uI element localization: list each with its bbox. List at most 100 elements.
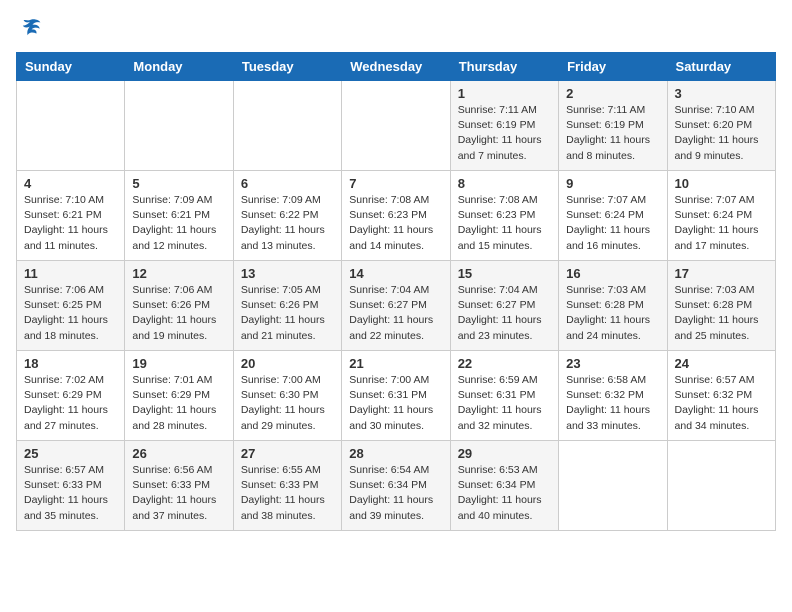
calendar-cell: 27 Sunrise: 6:55 AM Sunset: 6:33 PM Dayli… <box>233 441 341 531</box>
day-info: Sunrise: 7:00 AM Sunset: 6:30 PM Dayligh… <box>241 373 334 434</box>
day-info: Sunrise: 6:57 AM Sunset: 6:33 PM Dayligh… <box>24 463 117 524</box>
calendar-cell: 21 Sunrise: 7:00 AM Sunset: 6:31 PM Dayli… <box>342 351 450 441</box>
day-number: 6 <box>241 176 334 191</box>
calendar-cell: 16 Sunrise: 7:03 AM Sunset: 6:28 PM Dayli… <box>559 261 667 351</box>
day-number: 18 <box>24 356 117 371</box>
day-info: Sunrise: 7:10 AM Sunset: 6:21 PM Dayligh… <box>24 193 117 254</box>
day-number: 20 <box>241 356 334 371</box>
calendar-cell: 23 Sunrise: 6:58 AM Sunset: 6:32 PM Dayli… <box>559 351 667 441</box>
day-number: 7 <box>349 176 442 191</box>
calendar-cell: 25 Sunrise: 6:57 AM Sunset: 6:33 PM Dayli… <box>17 441 125 531</box>
col-header-monday: Monday <box>125 53 233 81</box>
calendar-cell <box>233 81 341 171</box>
day-number: 11 <box>24 266 117 281</box>
calendar-cell: 12 Sunrise: 7:06 AM Sunset: 6:26 PM Dayli… <box>125 261 233 351</box>
calendar-cell: 6 Sunrise: 7:09 AM Sunset: 6:22 PM Daylig… <box>233 171 341 261</box>
day-number: 10 <box>675 176 768 191</box>
day-info: Sunrise: 7:10 AM Sunset: 6:20 PM Dayligh… <box>675 103 768 164</box>
day-number: 17 <box>675 266 768 281</box>
day-info: Sunrise: 7:02 AM Sunset: 6:29 PM Dayligh… <box>24 373 117 434</box>
day-info: Sunrise: 7:11 AM Sunset: 6:19 PM Dayligh… <box>458 103 551 164</box>
calendar-cell: 2 Sunrise: 7:11 AM Sunset: 6:19 PM Daylig… <box>559 81 667 171</box>
day-number: 13 <box>241 266 334 281</box>
logo <box>16 16 42 40</box>
day-info: Sunrise: 7:03 AM Sunset: 6:28 PM Dayligh… <box>566 283 659 344</box>
day-number: 3 <box>675 86 768 101</box>
calendar-cell: 5 Sunrise: 7:09 AM Sunset: 6:21 PM Daylig… <box>125 171 233 261</box>
day-info: Sunrise: 7:06 AM Sunset: 6:26 PM Dayligh… <box>132 283 225 344</box>
day-info: Sunrise: 6:53 AM Sunset: 6:34 PM Dayligh… <box>458 463 551 524</box>
calendar-cell: 20 Sunrise: 7:00 AM Sunset: 6:30 PM Dayli… <box>233 351 341 441</box>
col-header-friday: Friday <box>559 53 667 81</box>
col-header-saturday: Saturday <box>667 53 775 81</box>
day-info: Sunrise: 6:55 AM Sunset: 6:33 PM Dayligh… <box>241 463 334 524</box>
calendar-cell: 24 Sunrise: 6:57 AM Sunset: 6:32 PM Dayli… <box>667 351 775 441</box>
day-info: Sunrise: 6:58 AM Sunset: 6:32 PM Dayligh… <box>566 373 659 434</box>
day-info: Sunrise: 7:00 AM Sunset: 6:31 PM Dayligh… <box>349 373 442 434</box>
day-info: Sunrise: 7:11 AM Sunset: 6:19 PM Dayligh… <box>566 103 659 164</box>
day-info: Sunrise: 7:04 AM Sunset: 6:27 PM Dayligh… <box>349 283 442 344</box>
calendar-cell: 4 Sunrise: 7:10 AM Sunset: 6:21 PM Daylig… <box>17 171 125 261</box>
logo-bird-icon <box>18 16 42 40</box>
calendar-cell: 29 Sunrise: 6:53 AM Sunset: 6:34 PM Dayli… <box>450 441 558 531</box>
calendar-cell <box>125 81 233 171</box>
col-header-sunday: Sunday <box>17 53 125 81</box>
col-header-wednesday: Wednesday <box>342 53 450 81</box>
day-number: 9 <box>566 176 659 191</box>
day-info: Sunrise: 7:05 AM Sunset: 6:26 PM Dayligh… <box>241 283 334 344</box>
day-number: 24 <box>675 356 768 371</box>
calendar-cell: 9 Sunrise: 7:07 AM Sunset: 6:24 PM Daylig… <box>559 171 667 261</box>
day-number: 14 <box>349 266 442 281</box>
day-number: 16 <box>566 266 659 281</box>
day-number: 1 <box>458 86 551 101</box>
calendar-cell: 19 Sunrise: 7:01 AM Sunset: 6:29 PM Dayli… <box>125 351 233 441</box>
calendar-cell: 18 Sunrise: 7:02 AM Sunset: 6:29 PM Dayli… <box>17 351 125 441</box>
calendar-cell <box>667 441 775 531</box>
day-number: 12 <box>132 266 225 281</box>
day-info: Sunrise: 7:07 AM Sunset: 6:24 PM Dayligh… <box>675 193 768 254</box>
calendar-cell <box>342 81 450 171</box>
calendar-cell: 3 Sunrise: 7:10 AM Sunset: 6:20 PM Daylig… <box>667 81 775 171</box>
calendar-cell: 17 Sunrise: 7:03 AM Sunset: 6:28 PM Dayli… <box>667 261 775 351</box>
day-number: 29 <box>458 446 551 461</box>
col-header-thursday: Thursday <box>450 53 558 81</box>
calendar-cell: 15 Sunrise: 7:04 AM Sunset: 6:27 PM Dayli… <box>450 261 558 351</box>
day-info: Sunrise: 7:01 AM Sunset: 6:29 PM Dayligh… <box>132 373 225 434</box>
day-info: Sunrise: 6:56 AM Sunset: 6:33 PM Dayligh… <box>132 463 225 524</box>
day-number: 2 <box>566 86 659 101</box>
calendar-cell: 28 Sunrise: 6:54 AM Sunset: 6:34 PM Dayli… <box>342 441 450 531</box>
calendar-cell: 8Sunrise: 7:08 AM Sunset: 6:23 PM Daylig… <box>450 171 558 261</box>
calendar-cell <box>559 441 667 531</box>
day-info: Sunrise: 7:04 AM Sunset: 6:27 PM Dayligh… <box>458 283 551 344</box>
day-info: Sunrise: 6:59 AM Sunset: 6:31 PM Dayligh… <box>458 373 551 434</box>
day-info: Sunrise: 7:08 AM Sunset: 6:23 PM Dayligh… <box>458 193 551 254</box>
day-info: Sunrise: 7:07 AM Sunset: 6:24 PM Dayligh… <box>566 193 659 254</box>
day-info: Sunrise: 7:09 AM Sunset: 6:22 PM Dayligh… <box>241 193 334 254</box>
day-info: Sunrise: 6:57 AM Sunset: 6:32 PM Dayligh… <box>675 373 768 434</box>
calendar-cell <box>17 81 125 171</box>
day-info: Sunrise: 6:54 AM Sunset: 6:34 PM Dayligh… <box>349 463 442 524</box>
day-info: Sunrise: 7:09 AM Sunset: 6:21 PM Dayligh… <box>132 193 225 254</box>
calendar-cell: 14 Sunrise: 7:04 AM Sunset: 6:27 PM Dayli… <box>342 261 450 351</box>
day-number: 4 <box>24 176 117 191</box>
day-number: 19 <box>132 356 225 371</box>
day-number: 23 <box>566 356 659 371</box>
calendar-cell: 10 Sunrise: 7:07 AM Sunset: 6:24 PM Dayli… <box>667 171 775 261</box>
day-number: 22 <box>458 356 551 371</box>
day-number: 15 <box>458 266 551 281</box>
day-number: 27 <box>241 446 334 461</box>
day-number: 5 <box>132 176 225 191</box>
day-number: 28 <box>349 446 442 461</box>
calendar-cell: 7Sunrise: 7:08 AM Sunset: 6:23 PM Daylig… <box>342 171 450 261</box>
calendar-cell: 22 Sunrise: 6:59 AM Sunset: 6:31 PM Dayli… <box>450 351 558 441</box>
day-number: 26 <box>132 446 225 461</box>
page-header <box>16 16 776 40</box>
calendar-cell: 11 Sunrise: 7:06 AM Sunset: 6:25 PM Dayli… <box>17 261 125 351</box>
calendar-cell: 1 Sunrise: 7:11 AM Sunset: 6:19 PM Daylig… <box>450 81 558 171</box>
calendar-cell: 13 Sunrise: 7:05 AM Sunset: 6:26 PM Dayli… <box>233 261 341 351</box>
day-info: Sunrise: 7:06 AM Sunset: 6:25 PM Dayligh… <box>24 283 117 344</box>
day-number: 25 <box>24 446 117 461</box>
day-info: Sunrise: 7:03 AM Sunset: 6:28 PM Dayligh… <box>675 283 768 344</box>
day-number: 21 <box>349 356 442 371</box>
calendar-table: SundayMondayTuesdayWednesdayThursdayFrid… <box>16 52 776 531</box>
